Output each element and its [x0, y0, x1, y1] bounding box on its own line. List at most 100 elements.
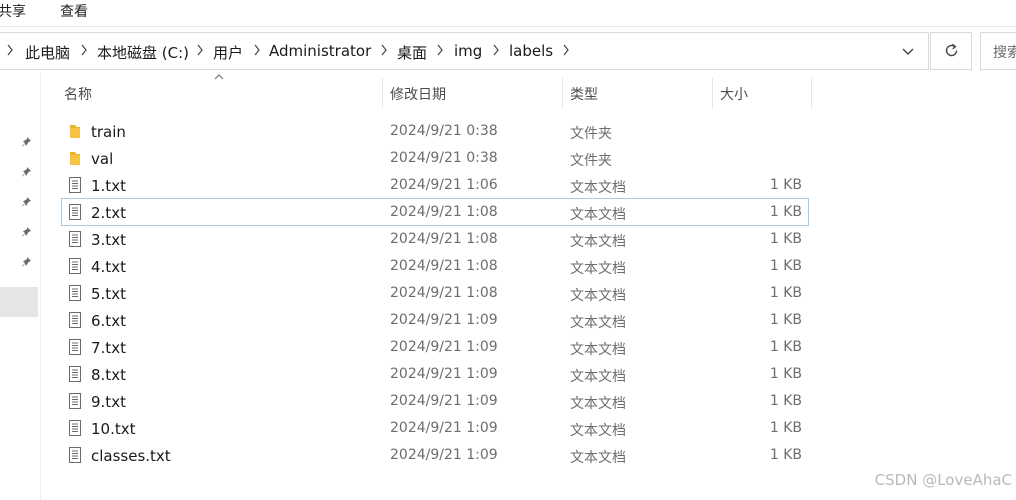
breadcrumb-labels[interactable]: labels [509, 42, 553, 60]
chevron-right-icon[interactable] [562, 43, 570, 57]
text-file-icon [69, 393, 81, 409]
file-size: 1 KB [769, 204, 802, 220]
file-type: 文本文档 [570, 369, 626, 385]
text-file-icon [69, 420, 81, 436]
ribbon: 共享 查看 [0, 0, 1016, 27]
file-name: 10.txt [91, 420, 136, 438]
file-row[interactable]: val 2024/9/21 0:38 文件夹 [62, 145, 808, 171]
search-input[interactable]: 搜索 [980, 32, 1016, 70]
file-row[interactable]: 1.txt 2024/9/21 1:06 文本文档 1 KB [62, 172, 808, 198]
pin-icon[interactable] [20, 255, 34, 269]
chevron-right-icon[interactable] [80, 43, 88, 57]
pin-icon[interactable] [20, 195, 34, 209]
file-modified: 2024/9/21 1:09 [390, 420, 498, 436]
text-file-icon [69, 339, 81, 355]
file-type: 文本文档 [570, 180, 626, 196]
file-type: 文本文档 [570, 342, 626, 358]
file-modified: 2024/9/21 1:09 [390, 339, 498, 355]
refresh-button[interactable] [930, 32, 972, 70]
file-name: 6.txt [91, 312, 126, 330]
breadcrumb-administrator[interactable]: Administrator [269, 42, 371, 60]
chevron-right-icon[interactable] [436, 43, 444, 57]
chevron-right-icon[interactable] [196, 43, 204, 57]
folder-icon [70, 152, 80, 165]
text-file-icon [69, 258, 81, 274]
file-name: 9.txt [91, 393, 126, 411]
file-size: 1 KB [769, 231, 802, 247]
refresh-icon [945, 43, 958, 57]
file-name: val [91, 150, 114, 168]
sidebar-selected-item[interactable] [0, 287, 38, 317]
file-modified: 2024/9/21 1:09 [390, 447, 498, 463]
file-type: 文件夹 [570, 153, 612, 169]
pin-icon[interactable] [20, 135, 34, 149]
file-type: 文本文档 [570, 207, 626, 223]
text-file-icon [69, 312, 81, 328]
breadcrumb-users[interactable]: 用户 [213, 42, 243, 63]
column-divider[interactable] [811, 78, 812, 108]
text-file-icon [69, 204, 81, 220]
chevron-right-icon[interactable] [492, 43, 500, 57]
breadcrumb-img[interactable]: img [454, 42, 482, 60]
file-size: 1 KB [769, 420, 802, 436]
file-modified: 2024/9/21 1:08 [390, 231, 498, 247]
chevron-down-icon[interactable] [898, 41, 918, 61]
file-type: 文本文档 [570, 423, 626, 439]
file-row[interactable]: 9.txt 2024/9/21 1:09 文本文档 1 KB [62, 388, 808, 414]
file-row[interactable]: 8.txt 2024/9/21 1:09 文本文档 1 KB [62, 361, 808, 387]
column-header-name[interactable]: 名称 [62, 72, 382, 110]
file-row[interactable]: 4.txt 2024/9/21 1:08 文本文档 1 KB [62, 253, 808, 279]
file-type: 文本文档 [570, 234, 626, 250]
file-size: 1 KB [769, 258, 802, 274]
address-bar[interactable]: 此电脑 本地磁盘 (C:) 用户 Administrator 桌面 img la… [0, 32, 929, 70]
file-row[interactable]: 7.txt 2024/9/21 1:09 文本文档 1 KB [62, 334, 808, 360]
file-size: 1 KB [769, 177, 802, 193]
text-file-icon [69, 231, 81, 247]
ribbon-tab-share[interactable]: 共享 [0, 1, 26, 21]
breadcrumb-local-disk[interactable]: 本地磁盘 (C:) [97, 42, 189, 63]
text-file-icon [69, 285, 81, 301]
folder-icon [70, 125, 80, 138]
chevron-right-icon[interactable] [6, 43, 14, 57]
file-modified: 2024/9/21 0:38 [390, 150, 498, 166]
column-header-type[interactable]: 类型 [563, 72, 713, 110]
ribbon-tab-view[interactable]: 查看 [60, 1, 88, 21]
pin-icon[interactable] [20, 225, 34, 239]
file-row[interactable]: 2.txt 2024/9/21 1:08 文本文档 1 KB [61, 198, 809, 226]
file-modified: 2024/9/21 1:09 [390, 312, 498, 328]
search-placeholder: 搜索 [993, 45, 1016, 61]
file-row[interactable]: 5.txt 2024/9/21 1:08 文本文档 1 KB [62, 280, 808, 306]
pin-icon[interactable] [20, 165, 34, 179]
chevron-right-icon[interactable] [253, 43, 261, 57]
file-size: 1 KB [769, 285, 802, 301]
file-size: 1 KB [769, 339, 802, 355]
breadcrumb-desktop[interactable]: 桌面 [397, 42, 427, 63]
file-row[interactable]: 3.txt 2024/9/21 1:08 文本文档 1 KB [62, 226, 808, 252]
address-row: 此电脑 本地磁盘 (C:) 用户 Administrator 桌面 img la… [0, 32, 1016, 70]
file-row[interactable]: 6.txt 2024/9/21 1:09 文本文档 1 KB [62, 307, 808, 333]
file-modified: 2024/9/21 1:08 [390, 258, 498, 274]
file-name: 5.txt [91, 285, 126, 303]
file-size: 1 KB [769, 447, 802, 463]
file-type: 文件夹 [570, 126, 612, 142]
file-name: 8.txt [91, 366, 126, 384]
file-row[interactable]: train 2024/9/21 0:38 文件夹 [62, 118, 808, 144]
text-file-icon [69, 447, 81, 463]
column-header-modified[interactable]: 修改日期 [383, 72, 563, 110]
file-type: 文本文档 [570, 261, 626, 277]
file-name: classes.txt [91, 447, 171, 465]
breadcrumb-this-pc[interactable]: 此电脑 [25, 42, 70, 63]
file-type: 文本文档 [570, 315, 626, 331]
chevron-right-icon[interactable] [380, 43, 388, 57]
file-type: 文本文档 [570, 396, 626, 412]
navigation-pane [0, 72, 41, 500]
file-modified: 2024/9/21 1:06 [390, 177, 498, 193]
file-name: train [91, 123, 126, 141]
file-row[interactable]: classes.txt 2024/9/21 1:09 文本文档 1 KB [62, 442, 808, 468]
file-row[interactable]: 10.txt 2024/9/21 1:09 文本文档 1 KB [62, 415, 808, 441]
file-name: 1.txt [91, 177, 126, 195]
file-size: 1 KB [769, 393, 802, 409]
file-modified: 2024/9/21 1:09 [390, 393, 498, 409]
column-header-size[interactable]: 大小 [713, 72, 811, 110]
file-modified: 2024/9/21 0:38 [390, 123, 498, 139]
